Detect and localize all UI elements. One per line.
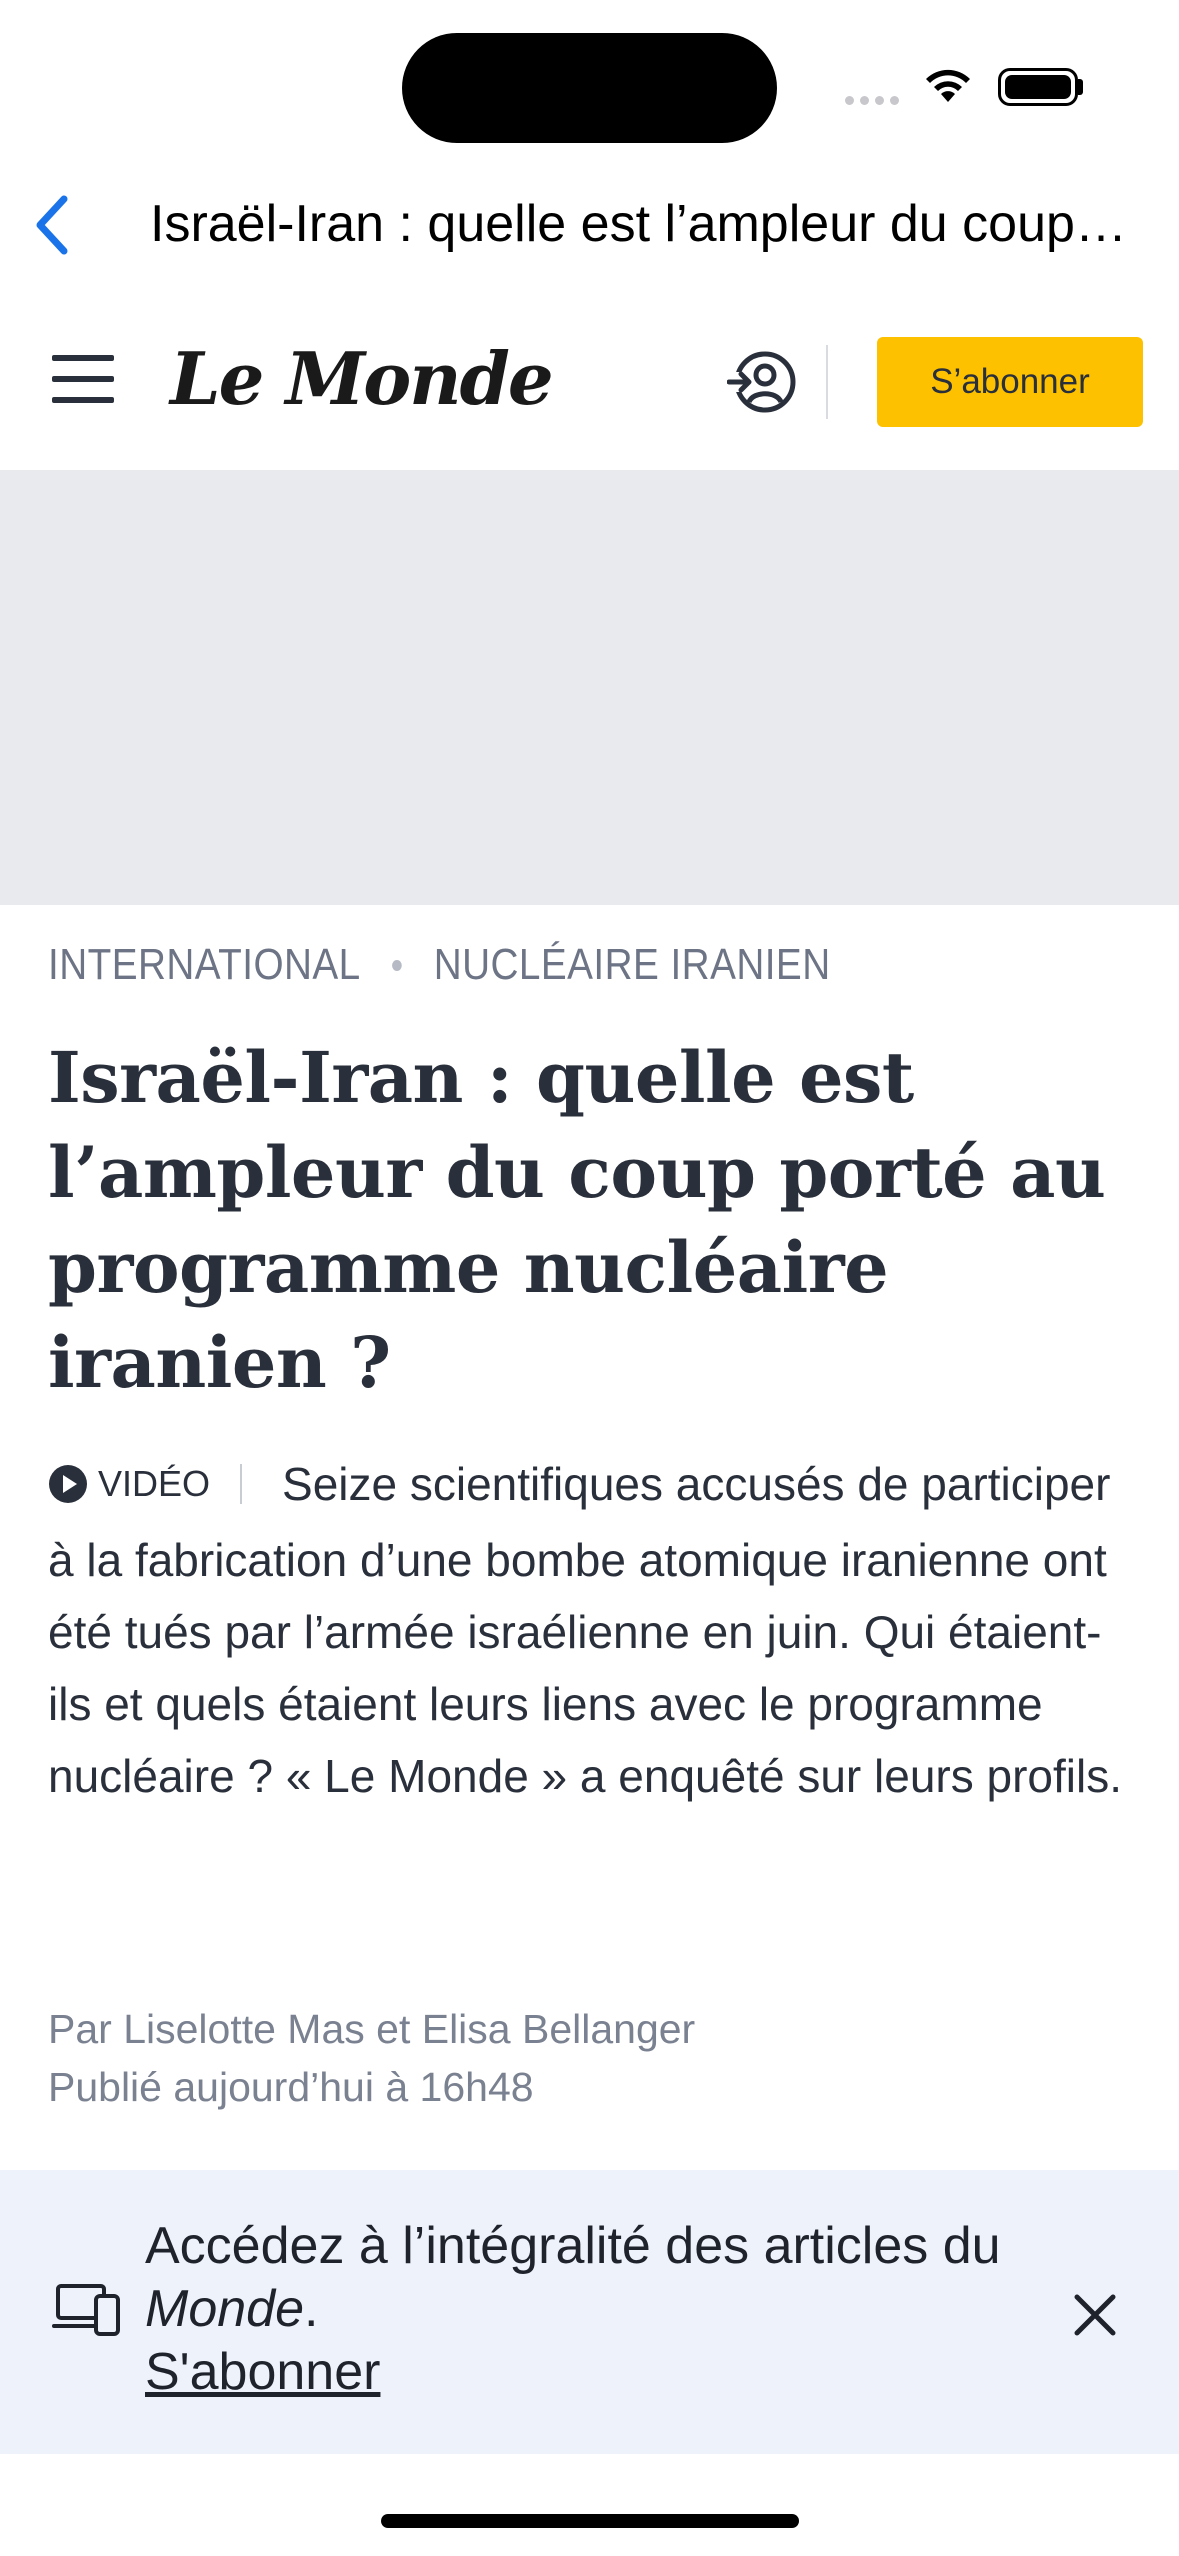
banner-text-start: Accédez à l’intégralité des articles du (145, 2217, 1001, 2275)
banner-text-brand: Monde (145, 2280, 304, 2338)
battery-icon (998, 68, 1078, 106)
section-link[interactable]: INTERNATIONAL (48, 940, 361, 990)
nav-title: Israël-Iran : quelle est l’ampleur du co… (150, 195, 1140, 253)
banner-subscribe-link[interactable]: S'abonner (145, 2343, 380, 2401)
le-monde-logo[interactable]: Le Monde (170, 336, 554, 421)
battery-cap (1078, 79, 1083, 95)
user-login-icon (726, 351, 796, 413)
cellular-signal-icon (845, 96, 899, 105)
play-icon (49, 1464, 87, 1503)
chevron-left-icon (36, 195, 68, 255)
devices-icon (52, 2284, 120, 2336)
home-indicator (381, 2514, 799, 2528)
video-tag-label: VIDÉO (98, 1462, 211, 1504)
ad-placeholder (0, 470, 1179, 905)
banner-message: Accédez à l’intégralité des articles du … (145, 2215, 1045, 2404)
article-byline-block: Par Liselotte Mas et Elisa Bellanger Pub… (48, 2000, 695, 2116)
wifi-icon (926, 69, 970, 102)
dynamic-island (402, 33, 777, 143)
video-tag-separator (240, 1463, 243, 1504)
account-login-button[interactable] (726, 347, 797, 417)
banner-close-button[interactable] (1065, 2285, 1125, 2345)
subscribe-button[interactable]: S’abonner (877, 337, 1143, 427)
video-tag: VIDÉO (48, 1448, 210, 1520)
hamburger-icon (52, 355, 114, 361)
article-lede: VIDÉO Seize scientifiques accusés de par… (48, 1448, 1138, 1812)
article-kicker: INTERNATIONAL NUCLÉAIRE IRANIEN (48, 940, 831, 990)
topic-link[interactable]: NUCLÉAIRE IRANIEN (434, 940, 831, 990)
banner-text-end: . (304, 2280, 319, 2338)
menu-button[interactable] (52, 355, 114, 407)
close-icon (1074, 2294, 1116, 2336)
kicker-separator (392, 959, 403, 971)
back-button[interactable] (22, 190, 82, 260)
header-divider (826, 345, 828, 419)
publish-date: Publié aujourd’hui à 16h48 (48, 2064, 534, 2110)
article-headline: Israël-Iran : quelle est l’ampleur du co… (48, 1036, 1106, 1404)
article-byline: Par Liselotte Mas et Elisa Bellanger (48, 2006, 696, 2052)
